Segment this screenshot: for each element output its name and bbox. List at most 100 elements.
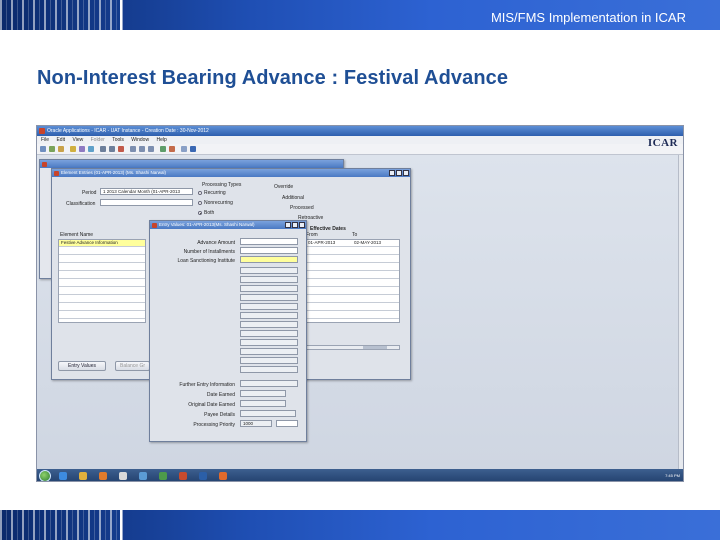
list-item[interactable]	[307, 272, 399, 279]
entry-field[interactable]	[240, 312, 298, 319]
delete-record-icon[interactable]	[118, 146, 124, 152]
dates-row[interactable]: 01-APR-2013 02-MAY-2013	[307, 240, 399, 247]
oracle-window-title: Oracle Applications - ICAR - UAT Instanc…	[47, 128, 209, 134]
help-icon[interactable]	[190, 146, 196, 152]
recurring-label: Recurring	[204, 190, 226, 196]
attachments-icon[interactable]	[169, 146, 175, 152]
menu-window[interactable]: Window	[131, 136, 149, 144]
list-item[interactable]	[59, 304, 145, 311]
cut-icon[interactable]	[130, 146, 136, 152]
menu-file[interactable]: File	[41, 136, 49, 144]
entry-values-button[interactable]: Entry Values	[58, 361, 106, 371]
oracle-screenshot: Oracle Applications - ICAR - UAT Instanc…	[36, 125, 684, 482]
advance-amount-field[interactable]	[240, 238, 298, 245]
entry-field[interactable]	[240, 276, 298, 283]
excel-icon[interactable]	[159, 472, 167, 480]
payee-details-field[interactable]	[240, 410, 296, 417]
entry-field[interactable]	[240, 321, 298, 328]
desktop-scrollbar[interactable]	[678, 155, 683, 469]
balance-button[interactable]: Balance Gr	[115, 361, 150, 371]
folder-tools-icon[interactable]	[181, 146, 187, 152]
powerpoint-icon[interactable]	[179, 472, 187, 480]
list-item[interactable]	[307, 296, 399, 303]
window-controls	[285, 222, 305, 228]
list-item[interactable]	[59, 248, 145, 255]
explorer-icon[interactable]	[79, 472, 87, 480]
menu-view[interactable]: View	[72, 136, 83, 144]
media-player-icon[interactable]	[99, 472, 107, 480]
save-icon[interactable]	[49, 146, 55, 152]
list-item[interactable]	[307, 280, 399, 287]
firefox-icon[interactable]	[219, 472, 227, 480]
minimize-icon[interactable]	[285, 222, 291, 228]
outlook-icon[interactable]	[199, 472, 207, 480]
list-item[interactable]	[307, 312, 399, 319]
minimize-icon[interactable]	[389, 170, 395, 176]
priority-extra-field[interactable]	[276, 420, 298, 427]
list-item[interactable]	[59, 312, 145, 319]
word-icon[interactable]	[139, 472, 147, 480]
element-row[interactable]: Festive Advance Information	[59, 240, 145, 247]
folder-icon[interactable]	[70, 146, 76, 152]
date-earned-field[interactable]	[240, 390, 286, 397]
list-item[interactable]	[59, 280, 145, 287]
maximize-icon[interactable]	[292, 222, 298, 228]
paste-icon[interactable]	[148, 146, 154, 152]
installments-field[interactable]	[240, 247, 298, 254]
browser-icon[interactable]	[59, 472, 67, 480]
list-item[interactable]	[307, 248, 399, 255]
list-item[interactable]	[59, 264, 145, 271]
both-radio[interactable]	[198, 211, 202, 215]
document-icon[interactable]	[119, 472, 127, 480]
period-field[interactable]: 1 2013 Calendar Month (01-APR-2013	[100, 188, 193, 195]
entry-field[interactable]	[240, 330, 298, 337]
recurring-radio[interactable]	[198, 191, 202, 195]
find-icon[interactable]	[160, 146, 166, 152]
advance-amount-label: Advance Amount	[197, 240, 235, 246]
print-icon[interactable]	[58, 146, 64, 152]
scrollbar-thumb[interactable]	[363, 346, 387, 349]
start-button-icon[interactable]	[39, 470, 51, 481]
installments-label: Number of Installments	[183, 249, 235, 255]
slide-title: Non-Interest Bearing Advance : Festival …	[37, 67, 509, 89]
maximize-icon[interactable]	[396, 170, 402, 176]
menu-tools[interactable]: Tools	[112, 136, 124, 144]
list-item[interactable]	[59, 256, 145, 263]
new-record-icon[interactable]	[100, 146, 106, 152]
list-item[interactable]	[307, 288, 399, 295]
horizontal-scrollbar[interactable]	[306, 345, 400, 350]
list-item[interactable]	[59, 288, 145, 295]
entry-field[interactable]	[240, 303, 298, 310]
entry-field[interactable]	[240, 339, 298, 346]
entry-field[interactable]	[240, 366, 298, 373]
zoom-icon[interactable]	[79, 146, 85, 152]
open-icon[interactable]	[40, 146, 46, 152]
menu-folder[interactable]: Folder	[91, 136, 105, 144]
list-item[interactable]	[307, 304, 399, 311]
list-item[interactable]	[59, 296, 145, 303]
entry-field[interactable]	[240, 285, 298, 292]
classification-label: Classification	[66, 201, 96, 207]
original-date-field[interactable]	[240, 400, 286, 407]
menu-help[interactable]: Help	[156, 136, 166, 144]
close-icon[interactable]	[299, 222, 305, 228]
classification-field[interactable]	[100, 199, 193, 206]
close-icon[interactable]	[403, 170, 409, 176]
list-item[interactable]	[307, 256, 399, 263]
entry-field[interactable]	[240, 357, 298, 364]
clear-record-icon[interactable]	[109, 146, 115, 152]
copy-icon[interactable]	[139, 146, 145, 152]
from-label: From	[306, 232, 318, 238]
further-info-field[interactable]	[240, 380, 298, 387]
nonrecurring-radio[interactable]	[198, 201, 202, 205]
translate-icon[interactable]	[88, 146, 94, 152]
entry-field[interactable]	[240, 348, 298, 355]
entry-field[interactable]	[240, 294, 298, 301]
menu-edit[interactable]: Edit	[56, 136, 65, 144]
processing-priority-field[interactable]: 1000	[240, 420, 272, 427]
system-clock: 7:45 PM	[665, 473, 680, 478]
entry-field[interactable]	[240, 267, 298, 274]
loan-institute-field[interactable]	[240, 256, 298, 263]
list-item[interactable]	[307, 264, 399, 271]
list-item[interactable]	[59, 272, 145, 279]
